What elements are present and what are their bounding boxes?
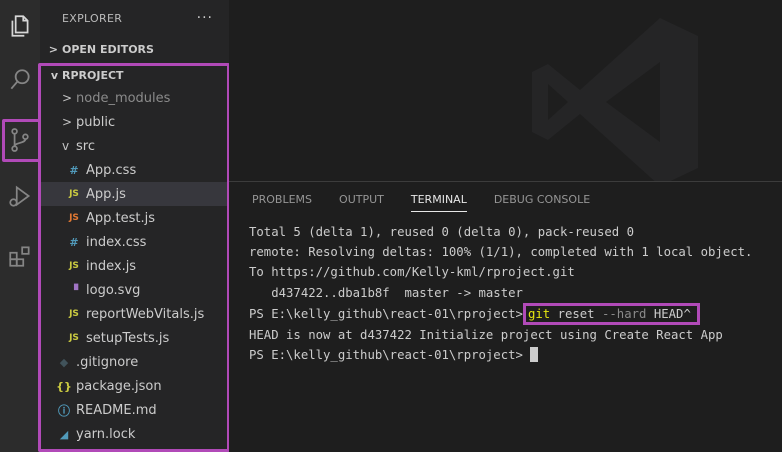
open-editors-section[interactable]: > OPEN EDITORS: [40, 38, 229, 60]
command-git: git: [527, 306, 551, 321]
terminal-prompt: PS E:\kelly_github\react-01\rproject>: [249, 348, 523, 363]
chevron-down-icon: v: [62, 139, 70, 153]
tree-folder-node-modules[interactable]: > node_modules: [40, 86, 229, 110]
editor-area: [229, 0, 782, 181]
chevron-right-icon: >: [62, 115, 73, 129]
terminal-cursor: [530, 347, 539, 363]
tree-file-logo-svg[interactable]: ▝ logo.svg: [40, 278, 229, 302]
tree-item-label: README.md: [76, 402, 157, 418]
tree-file-package-json[interactable]: {} package.json: [40, 374, 229, 398]
js-file-icon: JS: [69, 189, 79, 199]
tree-item-label: src: [76, 138, 95, 154]
command-reset: reset: [557, 306, 595, 321]
search-icon[interactable]: [0, 60, 40, 100]
js-file-icon: JS: [69, 309, 79, 319]
json-file-icon: {}: [56, 379, 72, 393]
tree-file-index-css[interactable]: # index.css: [40, 230, 229, 254]
tab-problems[interactable]: PROBLEMS: [252, 182, 312, 218]
css-file-icon: #: [69, 235, 79, 249]
tree-file-index-js[interactable]: JS index.js: [40, 254, 229, 278]
info-file-icon: ⓘ: [57, 403, 70, 418]
activity-bar: [0, 0, 40, 452]
svg-file-icon: ▝: [69, 283, 79, 297]
open-editors-label: OPEN EDITORS: [62, 42, 154, 56]
terminal-result: HEAD is now at d437422 Initialize projec…: [249, 327, 723, 342]
tree-file-yarn-lock[interactable]: ◢ yarn.lock: [40, 422, 229, 446]
yarn-file-icon: ◢: [59, 427, 69, 441]
terminal-line: Total 5 (delta 1), reused 0 (delta 0), p…: [249, 225, 634, 239]
tree-folder-public[interactable]: > public: [40, 110, 229, 134]
chevron-right-icon: >: [62, 91, 73, 105]
tree-item-label: App.css: [86, 162, 137, 178]
files-icon[interactable]: [0, 6, 40, 46]
tree-item-label: node_modules: [76, 90, 171, 106]
chevron-right-icon: >: [48, 42, 58, 56]
tree-item-label: App.test.js: [86, 210, 156, 226]
extensions-icon[interactable]: [0, 236, 40, 276]
tree-item-label: package.json: [76, 378, 162, 394]
panel-tabs: PROBLEMS OUTPUT TERMINAL DEBUG CONSOLE: [229, 182, 617, 218]
run-debug-icon[interactable]: [0, 176, 40, 216]
command-target: HEAD^: [653, 306, 691, 321]
css-file-icon: #: [69, 163, 79, 177]
tree-item-label: App.js: [86, 186, 126, 202]
project-label: RPROJECT: [62, 68, 124, 82]
git-command-highlight: git reset --hard HEAD^: [522, 302, 700, 325]
chevron-down-icon: v: [50, 68, 58, 82]
source-control-icon[interactable]: [0, 120, 40, 160]
bottom-panel: PROBLEMS OUTPUT TERMINAL DEBUG CONSOLE T…: [229, 181, 782, 452]
tree-item-label: setupTests.js: [86, 330, 170, 346]
js-file-icon: JS: [69, 261, 79, 271]
tab-debug-console[interactable]: DEBUG CONSOLE: [494, 182, 590, 218]
tree-item-label: .gitignore: [76, 354, 139, 370]
explorer-header: EXPLORER ···: [40, 0, 229, 36]
terminal-line: d437422..dba1b8f master -> master: [249, 285, 523, 300]
git-file-icon: ◆: [59, 355, 69, 369]
explorer-title: EXPLORER: [62, 11, 123, 25]
terminal-line: To https://github.com/Kelly-kml/rproject…: [249, 265, 575, 280]
explorer-sidebar: EXPLORER ··· > OPEN EDITORS v RPROJECT >…: [40, 0, 229, 452]
tab-output[interactable]: OUTPUT: [339, 182, 384, 218]
tree-file-readme-md[interactable]: ⓘ README.md: [40, 398, 229, 422]
tree-item-label: yarn.lock: [76, 426, 136, 442]
tree-file-app-js[interactable]: JS App.js: [40, 182, 229, 206]
project-section[interactable]: v RPROJECT: [40, 64, 229, 86]
test-file-icon: JS: [69, 213, 79, 223]
terminal-prompt: PS E:\kelly_github\react-01\rproject>: [249, 306, 523, 321]
terminal-output[interactable]: Total 5 (delta 1), reused 0 (delta 0), p…: [249, 222, 752, 365]
tab-terminal[interactable]: TERMINAL: [410, 182, 467, 218]
more-actions-icon[interactable]: ···: [197, 10, 213, 26]
tree-item-label: logo.svg: [86, 282, 141, 298]
vscode-logo-icon: [532, 18, 698, 181]
tree-file-gitignore[interactable]: ◆ .gitignore: [40, 350, 229, 374]
tree-folder-src[interactable]: v src: [40, 134, 229, 158]
tree-item-label: reportWebVitals.js: [86, 306, 205, 322]
tree-file-setuptests-js[interactable]: JS setupTests.js: [40, 326, 229, 350]
tree-item-label: index.css: [86, 234, 147, 250]
tree-item-label: index.js: [86, 258, 137, 274]
tree-file-app-test-js[interactable]: JS App.test.js: [40, 206, 229, 230]
command-flag: --hard: [602, 306, 647, 321]
tree-item-label: public: [76, 114, 116, 130]
js-file-icon: JS: [69, 333, 79, 343]
tree-file-reportwebvitals-js[interactable]: JS reportWebVitals.js: [40, 302, 229, 326]
terminal-line: remote: Resolving deltas: 100% (1/1), co…: [249, 245, 753, 260]
tree-file-app-css[interactable]: # App.css: [40, 158, 229, 182]
